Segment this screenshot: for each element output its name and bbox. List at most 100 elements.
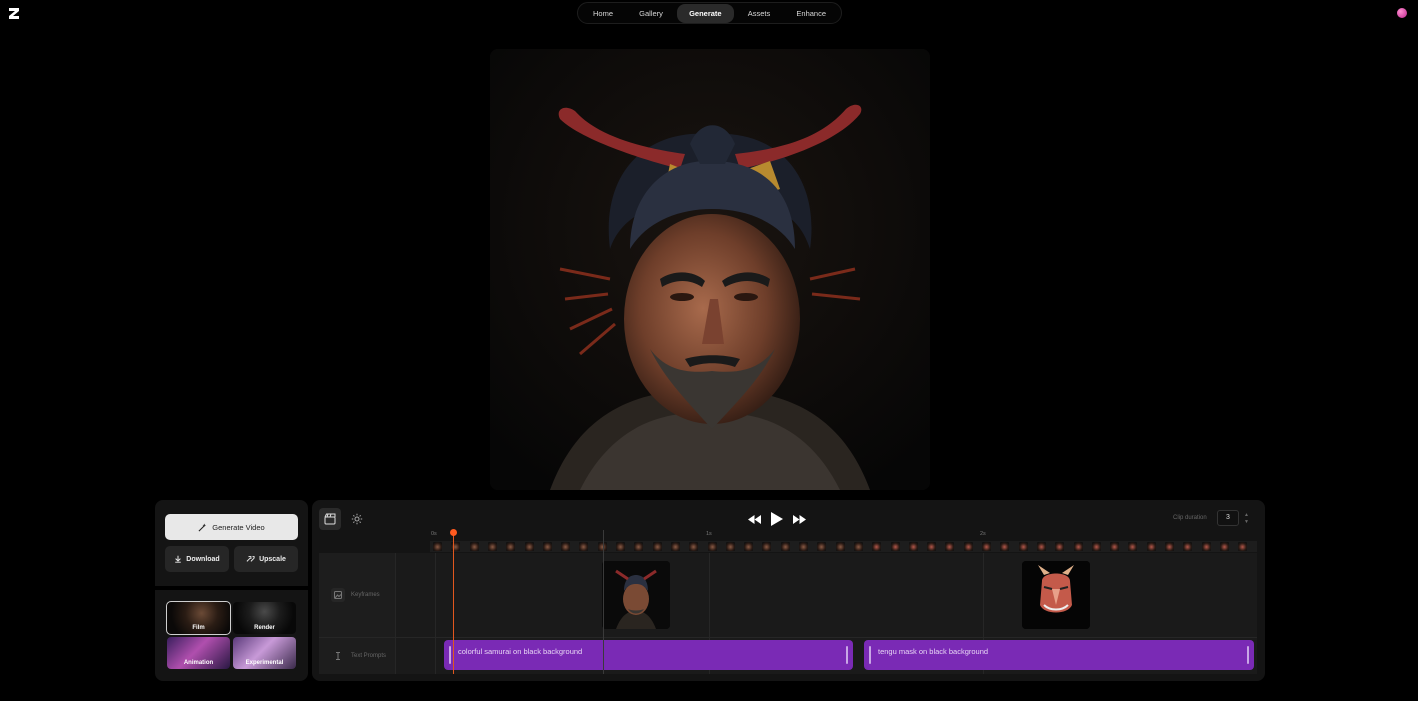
film-frame: [579, 542, 589, 551]
film-frame: [1000, 542, 1010, 551]
playhead-handle[interactable]: [450, 529, 457, 536]
samurai-preview-image: [490, 49, 930, 490]
avatar[interactable]: [1397, 8, 1407, 18]
rewind-button[interactable]: [747, 510, 761, 528]
generate-video-button[interactable]: Generate Video: [165, 514, 298, 540]
text-prompts-label: Text Prompts: [351, 653, 387, 659]
film-frame: [634, 542, 644, 551]
film-frame: [506, 542, 516, 551]
timeline-panel: Clip duration 3 ▲ ▼ 0s 1s 2s Keyframes T…: [312, 500, 1265, 681]
clip-handle-left[interactable]: [449, 646, 451, 664]
film-frame: [908, 542, 918, 551]
film-frame: [853, 542, 863, 551]
nav-gallery[interactable]: Gallery: [627, 4, 675, 23]
clip-handle-right[interactable]: [1247, 646, 1249, 664]
film-frame: [1219, 542, 1229, 551]
ruler-label-1s: 1s: [706, 531, 712, 537]
film-frame: [890, 542, 900, 551]
style-render[interactable]: Render: [233, 602, 296, 634]
text-cursor-icon: [331, 649, 345, 663]
style-film-label: Film: [192, 625, 205, 631]
clapper-tool-button[interactable]: [319, 508, 341, 530]
tengu-thumbnail: [1022, 561, 1090, 629]
track-separator: [319, 637, 1257, 638]
gear-icon: [351, 513, 363, 525]
style-animation[interactable]: Animation: [167, 637, 230, 669]
keyframe-samurai[interactable]: [602, 561, 670, 629]
download-button[interactable]: Download: [165, 546, 229, 572]
magic-wand-icon: [198, 522, 207, 531]
film-frame: [469, 542, 479, 551]
film-frame: [542, 542, 552, 551]
film-frame: [707, 542, 717, 551]
film-frame: [1073, 542, 1083, 551]
nav-assets[interactable]: Assets: [736, 4, 783, 23]
ruler-label-0s: 0s: [431, 531, 437, 537]
generate-panel: Generate Video Download Upscale Film Ren…: [155, 500, 308, 681]
style-experimental[interactable]: Experimental: [233, 637, 296, 669]
film-frame: [689, 542, 699, 551]
upscale-label: Upscale: [259, 555, 286, 563]
clip-duration-input[interactable]: 3: [1217, 510, 1239, 526]
prompt-clip-2-text: tengu mask on black background: [878, 647, 989, 656]
film-frame: [652, 542, 662, 551]
style-film[interactable]: Film: [166, 601, 231, 635]
clip-duration-label: Clip duration: [1173, 515, 1207, 521]
film-frame: [670, 542, 680, 551]
film-frame: [1091, 542, 1101, 551]
film-frame: [835, 542, 845, 551]
clip-duration-decrement[interactable]: ▼: [1244, 519, 1249, 525]
fast-forward-icon: [792, 514, 806, 524]
download-label: Download: [186, 555, 220, 563]
keyframes-track-label: Keyframes: [331, 588, 380, 602]
film-frame: [487, 542, 497, 551]
logo-icon[interactable]: [9, 8, 19, 19]
film-frame: [1183, 542, 1193, 551]
clip-duration-increment[interactable]: ▲: [1244, 512, 1249, 518]
samurai-thumbnail: [602, 561, 670, 629]
nav-generate[interactable]: Generate: [677, 3, 734, 23]
film-frame: [872, 542, 882, 551]
film-frame: [1128, 542, 1138, 551]
settings-tool-button[interactable]: [346, 508, 368, 530]
gridline: [435, 553, 436, 674]
film-frame: [1055, 542, 1065, 551]
rewind-icon: [747, 514, 761, 524]
image-icon: [331, 588, 345, 602]
prompt-clip-2[interactable]: tengu mask on black background: [864, 640, 1254, 670]
film-frame: [927, 542, 937, 551]
film-frame: [817, 542, 827, 551]
play-button[interactable]: [770, 510, 784, 528]
nav-home[interactable]: Home: [581, 4, 625, 23]
generate-video-label: Generate Video: [212, 522, 265, 532]
film-frame: [1018, 542, 1028, 551]
upscale-button[interactable]: Upscale: [234, 546, 298, 572]
clip-handle-left[interactable]: [869, 646, 871, 664]
film-frame: [433, 542, 442, 551]
film-frame: [982, 542, 991, 551]
film-frame: [963, 542, 973, 551]
keyframe-tengu[interactable]: [1022, 561, 1090, 629]
film-frame: [1238, 542, 1248, 551]
film-frame: [1036, 542, 1046, 551]
track-area: Keyframes Text Prompts colorful samurai …: [319, 553, 1257, 674]
download-icon: [175, 555, 182, 563]
ruler-label-2s: 2s: [980, 531, 986, 537]
track-labels: Keyframes Text Prompts: [319, 553, 396, 674]
video-preview: [490, 49, 930, 490]
keyframes-label: Keyframes: [351, 592, 380, 598]
nav-enhance[interactable]: Enhance: [784, 4, 838, 23]
prompt-clip-1[interactable]: colorful samurai on black background: [444, 640, 853, 670]
film-frame: [1110, 542, 1120, 551]
film-frame: [744, 542, 754, 551]
panel-divider: [155, 586, 308, 590]
film-frame: [561, 542, 571, 551]
film-frame: [616, 542, 625, 551]
playhead: [453, 530, 454, 674]
fast-forward-button[interactable]: [792, 510, 806, 528]
frame-filmstrip[interactable]: [430, 541, 1257, 552]
clip-handle-right[interactable]: [846, 646, 848, 664]
style-animation-label: Animation: [183, 660, 214, 666]
film-frame: [524, 542, 534, 551]
film-frame: [1165, 542, 1174, 551]
